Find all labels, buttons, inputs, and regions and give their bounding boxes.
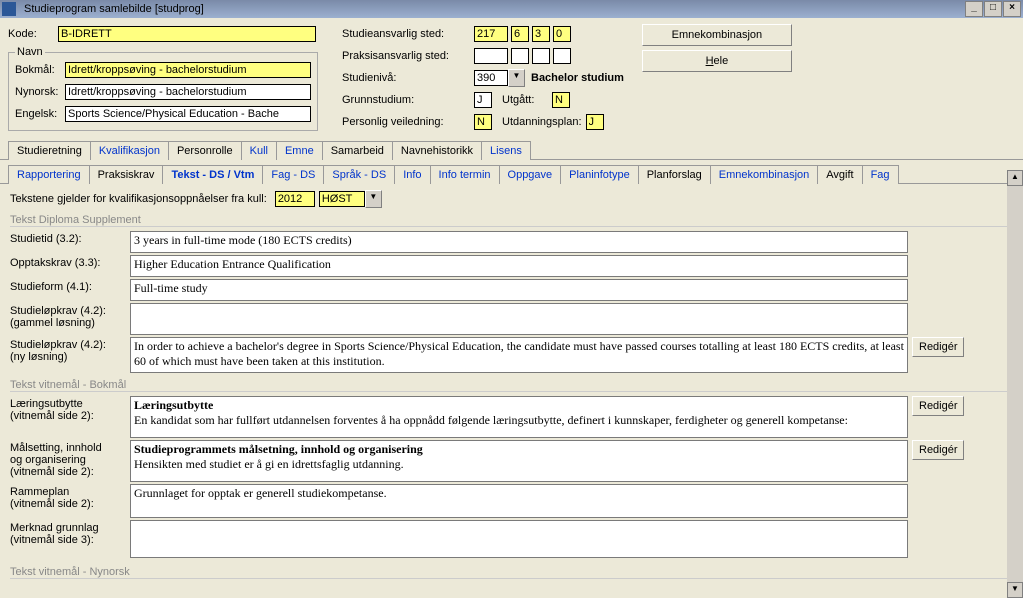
tab-studieretning[interactable]: Studieretning (8, 141, 91, 160)
studieansvarlig-input-2[interactable] (511, 26, 529, 42)
bokmal-label: Bokmål: (15, 64, 65, 76)
studieansvarlig-label: Studieansvarlig sted: (342, 28, 474, 40)
hele-button[interactable]: Hele (642, 50, 792, 72)
tab-navnehistorikk[interactable]: Navnehistorikk (392, 141, 482, 160)
tab-planforslag[interactable]: Planforslag (638, 165, 711, 184)
engelsk-input[interactable] (65, 106, 311, 122)
studietid-label: Studietid (3.2): (10, 231, 130, 245)
app-icon (2, 2, 16, 16)
minimize-button[interactable]: _ (965, 1, 983, 17)
studieform-label: Studieform (4.1): (10, 279, 130, 293)
titlebar: Studieprogram samlebilde [studprog] _ □ … (0, 0, 1023, 18)
tab-lisens[interactable]: Lisens (481, 141, 531, 160)
section-vitnemal-bokmal: Tekst vitnemål - Bokmål (10, 379, 1013, 392)
kode-input[interactable] (58, 26, 316, 42)
scroll-down-button[interactable]: ▼ (1007, 582, 1023, 598)
tab-info-termin[interactable]: Info termin (430, 165, 500, 184)
utgatt-label: Utgått: (502, 94, 552, 106)
opptak-value[interactable]: Higher Education Entrance Qualification (130, 255, 908, 277)
malsetting-value[interactable]: Studieprogrammets målsetning, innhold og… (130, 440, 908, 482)
studieansvarlig-input-1[interactable] (474, 26, 508, 42)
filter-year-input[interactable] (275, 191, 315, 207)
rammeplan-label: Rammeplan (vitnemål side 2): (10, 484, 130, 510)
scroll-up-button[interactable]: ▲ (1007, 170, 1023, 186)
nynorsk-input[interactable] (65, 84, 311, 100)
praksisansvarlig-input-4[interactable] (553, 48, 571, 64)
window-title: Studieprogram samlebilde [studprog] (20, 3, 964, 15)
praksisansvarlig-label: Praksisansvarlig sted: (342, 50, 474, 62)
tab-avgift[interactable]: Avgift (817, 165, 862, 184)
bokmal-input[interactable] (65, 62, 311, 78)
opptak-label: Opptakskrav (3.3): (10, 255, 130, 269)
rediger-button[interactable]: Redigér (912, 396, 964, 416)
tab-kvalifikasjon[interactable]: Kvalifikasjon (90, 141, 169, 160)
tabs-row-1: StudieretningKvalifikasjonPersonrolleKul… (0, 140, 1023, 160)
personlig-label: Personlig veiledning: (342, 116, 474, 128)
merknad-value[interactable] (130, 520, 908, 558)
navn-fieldset: Navn Bokmål: Nynorsk: Engelsk: (8, 46, 318, 131)
studieniva-input[interactable] (474, 70, 508, 86)
utdplan-label: Utdanningsplan: (502, 116, 582, 128)
tab-praksiskrav[interactable]: Praksiskrav (89, 165, 164, 184)
section-vitnemal-nynorsk: Tekst vitnemål - Nynorsk (10, 566, 1013, 579)
tab-oppgave[interactable]: Oppgave (499, 165, 562, 184)
nynorsk-label: Nynorsk: (15, 86, 65, 98)
vertical-scrollbar[interactable]: ▲ ▼ (1007, 170, 1023, 598)
malsetting-label: Målsetting, innhold og organisering (vit… (10, 440, 130, 478)
tab-kull[interactable]: Kull (241, 141, 277, 160)
tabs-row-2: RapporteringPraksiskravTekst - DS / VtmF… (0, 164, 1023, 184)
grunnstudium-label: Grunnstudium: (342, 94, 474, 106)
emnekombinasjon-button[interactable]: Emnekombinasjon (642, 24, 792, 46)
studielop-old-value[interactable] (130, 303, 908, 335)
merknad-label: Merknad grunnlag (vitnemål side 3): (10, 520, 130, 546)
rammeplan-value[interactable]: Grunnlaget for opptak er generell studie… (130, 484, 908, 518)
tab-tekst-ds-vtm[interactable]: Tekst - DS / Vtm (162, 165, 263, 184)
tab-fag[interactable]: Fag (862, 165, 899, 184)
rediger-button[interactable]: Redigér (912, 337, 964, 357)
studieniva-text: Bachelor studium (531, 72, 624, 84)
chevron-down-icon[interactable]: ▼ (508, 69, 525, 87)
studieform-value[interactable]: Full-time study (130, 279, 908, 301)
chevron-down-icon[interactable]: ▼ (365, 190, 382, 208)
studietid-value[interactable]: 3 years in full-time mode (180 ECTS cred… (130, 231, 908, 253)
studieniva-label: Studienivå: (342, 72, 474, 84)
filter-term-input[interactable] (319, 191, 365, 207)
tab-spr-k-ds[interactable]: Språk - DS (323, 165, 395, 184)
section-diploma-supplement: Tekst Diploma Supplement (10, 214, 1013, 227)
praksisansvarlig-input-2[interactable] (511, 48, 529, 64)
tab-emnekombinasjon[interactable]: Emnekombinasjon (710, 165, 819, 184)
studielop-old-label: Studieløpkrav (4.2): (gammel løsning) (10, 303, 130, 329)
close-button[interactable]: × (1003, 1, 1021, 17)
tab-rapportering[interactable]: Rapportering (8, 165, 90, 184)
rediger-button[interactable]: Redigér (912, 440, 964, 460)
laering-value[interactable]: Læringsutbytte En kandidat som har fullf… (130, 396, 908, 438)
utgatt-input[interactable] (552, 92, 570, 108)
tab-info[interactable]: Info (394, 165, 430, 184)
filter-term-dropdown[interactable]: ▼ (319, 190, 382, 208)
studielop-new-label: Studieløpkrav (4.2): (ny løsning) (10, 337, 130, 363)
kode-label: Kode: (8, 28, 58, 40)
studieniva-dropdown[interactable]: ▼ (474, 69, 525, 87)
praksisansvarlig-input-1[interactable] (474, 48, 508, 64)
laering-label: Læringsutbytte (vitnemål side 2): (10, 396, 130, 422)
studieansvarlig-input-3[interactable] (532, 26, 550, 42)
personlig-input[interactable] (474, 114, 492, 130)
engelsk-label: Engelsk: (15, 108, 65, 120)
grunnstudium-input[interactable] (474, 92, 492, 108)
praksisansvarlig-input-3[interactable] (532, 48, 550, 64)
maximize-button[interactable]: □ (984, 1, 1002, 17)
tab-emne[interactable]: Emne (276, 141, 323, 160)
tab-personrolle[interactable]: Personrolle (168, 141, 242, 160)
tab-samarbeid[interactable]: Samarbeid (322, 141, 393, 160)
utdplan-input[interactable] (586, 114, 604, 130)
tab-fag-ds[interactable]: Fag - DS (262, 165, 324, 184)
navn-legend: Navn (15, 46, 45, 58)
studieansvarlig-input-4[interactable] (553, 26, 571, 42)
filter-label: Tekstene gjelder for kvalifikasjonsoppnå… (10, 193, 267, 205)
tab-planinfotype[interactable]: Planinfotype (560, 165, 639, 184)
studielop-new-value[interactable]: In order to achieve a bachelor's degree … (130, 337, 908, 373)
